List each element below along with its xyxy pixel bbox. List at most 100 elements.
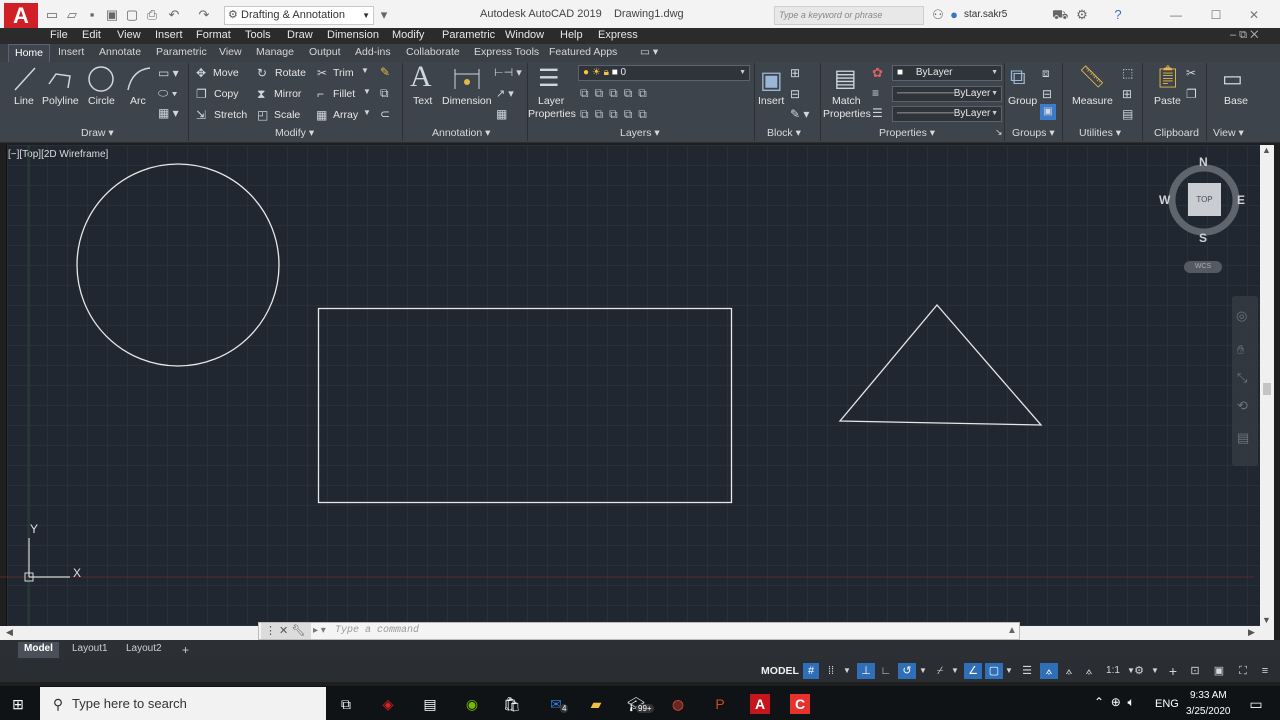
menu-help[interactable]: Help <box>560 29 583 41</box>
erase-icon[interactable]: ✎ <box>380 65 390 79</box>
block-panel-title[interactable]: Block ▾ <box>767 127 801 139</box>
clock-time[interactable]: 9:33 AM <box>1190 690 1227 701</box>
compass-north[interactable]: N <box>1199 155 1208 169</box>
insert-block-icon[interactable]: ▣ <box>760 66 783 95</box>
nvidia-icon[interactable]: ◉ <box>462 694 482 714</box>
view-panel-title[interactable]: View ▾ <box>1213 127 1244 139</box>
steering-wheel-icon[interactable]: ◎ <box>1236 308 1247 324</box>
layers-panel-title[interactable]: Layers ▾ <box>620 127 660 139</box>
cut-icon[interactable]: ✂ <box>1186 66 1196 80</box>
windows-start-icon[interactable]: ⊞ <box>8 694 28 714</box>
move-icon[interactable]: ✥ <box>196 66 206 80</box>
game-app-icon[interactable]: ◈ <box>378 694 398 714</box>
minimize-icon[interactable]: — <box>1166 6 1186 24</box>
rotate-icon[interactable]: ↻ <box>257 66 267 80</box>
rotate-button[interactable]: Rotate <box>275 67 306 79</box>
zoom-extents-icon[interactable]: ⤡ <box>1237 370 1247 386</box>
array-button[interactable]: Array <box>333 109 358 121</box>
table-icon[interactable]: ▦ <box>496 107 507 121</box>
mirror-icon[interactable]: ⧗ <box>257 87 265 102</box>
insert-button-label[interactable]: Insert <box>758 95 784 107</box>
annotation-visibility-icon[interactable]: ⟑ <box>1040 663 1058 679</box>
ribbon-minimize-toggle[interactable]: ▭ ▾ <box>640 46 658 58</box>
text-button-label[interactable]: Text <box>413 95 432 107</box>
match-properties-label-1[interactable]: Match <box>832 95 861 107</box>
menu-format[interactable]: Format <box>196 29 231 41</box>
undo-icon[interactable]: ↶ <box>166 7 182 23</box>
clipboard-panel-title[interactable]: Clipboard <box>1154 127 1199 139</box>
new-icon[interactable]: ▭ <box>44 7 60 23</box>
compass-west[interactable]: W <box>1159 193 1170 207</box>
save-as-icon[interactable]: ▣ <box>104 7 120 23</box>
measure-icon[interactable]: 📏︎ <box>1078 64 1106 90</box>
tab-add-ins[interactable]: Add-ins <box>355 46 391 58</box>
tab-output[interactable]: Output <box>309 46 341 58</box>
paste-button-label[interactable]: Paste <box>1154 95 1181 107</box>
mirror-button[interactable]: Mirror <box>274 88 301 100</box>
tab-collaborate[interactable]: Collaborate <box>406 46 460 58</box>
group-edit-icon[interactable]: ⊟ <box>1042 87 1052 101</box>
menu-view[interactable]: View <box>117 29 141 41</box>
group-button-label[interactable]: Group <box>1008 95 1037 107</box>
customize-quick-access-icon[interactable]: ▾ <box>376 7 392 23</box>
menu-file[interactable]: File <box>50 29 68 41</box>
ungroup-icon[interactable]: ⧈ <box>1042 66 1050 81</box>
hardware-acceleration-icon[interactable]: ▣ <box>1210 663 1228 679</box>
compass-south[interactable]: S <box>1199 231 1207 245</box>
dimension-button-label[interactable]: Dimension <box>442 95 492 107</box>
viewcube-top-face[interactable]: TOP <box>1188 183 1221 216</box>
vertical-scrollbar[interactable]: ▲ ▼ <box>1260 145 1274 626</box>
stretch-icon[interactable]: ⇲ <box>196 108 206 122</box>
menu-dimension[interactable]: Dimension <box>327 29 379 41</box>
clean-screen-icon[interactable]: ⛶ <box>1234 663 1252 679</box>
customization-menu-icon[interactable]: ≡ <box>1256 663 1274 679</box>
annotation-autoscale-icon[interactable]: ⟑ <box>1060 663 1078 679</box>
array-dropdown-icon[interactable]: ▼ <box>363 108 371 117</box>
ortho-icon[interactable]: ∟ <box>877 663 895 679</box>
close-icon[interactable]: ✕ <box>1244 6 1264 24</box>
trim-button[interactable]: Trim <box>333 67 354 79</box>
line-button-label[interactable]: Line <box>14 95 34 107</box>
units-icon[interactable]: ⊡ <box>1186 663 1204 679</box>
snap-dropdown-icon[interactable]: ▼ <box>842 663 852 679</box>
powerpoint-icon[interactable]: P <box>710 694 730 714</box>
save-icon[interactable]: ▪ <box>84 7 100 23</box>
grid-icon[interactable]: # <box>803 663 819 679</box>
annotation-monitor-icon[interactable]: + <box>1164 663 1182 679</box>
circle-button-label[interactable]: Circle <box>88 95 115 107</box>
hatch-icon[interactable]: ⬭ ▾ <box>158 86 177 101</box>
lineweight-icon[interactable]: ≡ <box>872 86 879 100</box>
modify-panel-title[interactable]: Modify ▾ <box>275 127 314 139</box>
tab-parametric[interactable]: Parametric <box>156 46 207 58</box>
command-history-icon[interactable]: ▲ <box>1007 623 1017 639</box>
layer-tools-row-1[interactable]: ⧉⧉⧉⧉⧉ <box>580 86 653 101</box>
arc-icon[interactable] <box>124 64 154 94</box>
linear-dim-icon[interactable]: ⊢⊣ ▾ <box>494 66 522 79</box>
trim-dropdown-icon[interactable]: ▼ <box>361 66 369 75</box>
linetype-dropdown[interactable]: ────────ByLayer ▼ <box>892 106 1002 122</box>
group-icon[interactable]: ⧉ <box>1010 64 1026 90</box>
menu-modify[interactable]: Modify <box>392 29 424 41</box>
menu-window[interactable]: Window <box>505 29 544 41</box>
add-layout-icon[interactable]: + <box>176 642 195 658</box>
recorder-app-icon[interactable]: C <box>790 694 810 714</box>
tab-view[interactable]: View <box>219 46 242 58</box>
web-mobile-icon[interactable]: ▢ <box>124 7 140 23</box>
plot-icon[interactable]: ⎙ <box>144 7 160 23</box>
open-icon[interactable]: ▱ <box>64 7 80 23</box>
taskbar-search-input[interactable]: Type here to search <box>40 687 326 720</box>
layer-dropdown[interactable]: ● ☀ 🔒︎ ■ 0 ▼ <box>578 65 750 81</box>
layer-tools-row-2[interactable]: ⧉⧉⧉⧉⧉ <box>580 107 653 122</box>
linetype-icon[interactable]: ☰ <box>872 106 883 120</box>
copy-button[interactable]: Copy <box>214 88 239 100</box>
object-snap-icon[interactable]: ▢ <box>985 663 1003 679</box>
copy-icon[interactable]: ❐ <box>196 87 207 101</box>
color-wheel-icon[interactable]: ✿ <box>872 65 883 81</box>
tray-icons[interactable]: ⌃ ⊕ 🔈︎ <box>1094 695 1135 710</box>
binoculars-icon[interactable]: ⚇ <box>930 7 946 23</box>
properties-launcher-icon[interactable]: ↘ <box>995 127 1003 138</box>
workspace-dropdown-icon[interactable]: ▼ <box>1150 663 1160 679</box>
action-center-icon[interactable]: ▭ <box>1246 694 1266 714</box>
paste-icon[interactable]: 📋︎ <box>1154 64 1182 90</box>
layer-properties-icon[interactable]: ☰ <box>538 64 560 93</box>
